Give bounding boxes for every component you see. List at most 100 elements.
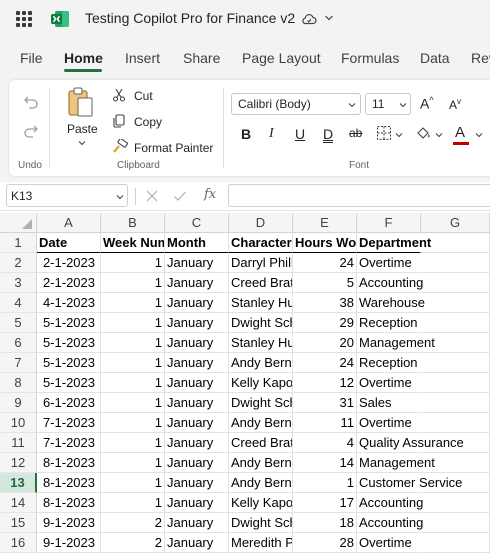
table-cell[interactable] xyxy=(421,393,490,413)
chevron-down-icon[interactable] xyxy=(116,193,124,201)
table-cell[interactable] xyxy=(421,233,490,253)
column-header-e[interactable]: E xyxy=(293,213,357,233)
column-header-g[interactable]: G xyxy=(421,213,490,233)
table-cell-date[interactable]: 8-1-2023 xyxy=(37,493,101,513)
select-all-button[interactable] xyxy=(0,213,37,233)
column-header-c[interactable]: C xyxy=(165,213,229,233)
row-header-13[interactable]: 13 xyxy=(0,473,37,493)
table-cell-hours-worked[interactable]: 31 xyxy=(293,393,357,413)
table-cell-hours-worked[interactable]: 20 xyxy=(293,333,357,353)
table-cell-week-num[interactable]: 1 xyxy=(101,353,165,373)
table-cell-character[interactable]: Stanley Hudson xyxy=(229,293,293,313)
table-cell-month[interactable]: January xyxy=(165,513,229,533)
tab-page-layout[interactable]: Page Layout xyxy=(242,50,321,66)
table-cell-department[interactable]: Management xyxy=(357,333,435,353)
waffle-icon[interactable] xyxy=(16,11,32,27)
table-cell-character[interactable]: Creed Bratton xyxy=(229,273,293,293)
row-header-5[interactable]: 5 xyxy=(0,313,37,333)
copy-button[interactable]: Copy xyxy=(134,115,162,129)
table-cell-department[interactable]: Overtime xyxy=(357,533,421,553)
table-cell-date[interactable]: 2-1-2023 xyxy=(37,273,101,293)
cancel-icon[interactable] xyxy=(145,189,159,203)
paste-label[interactable]: Paste xyxy=(67,122,98,136)
table-cell-character[interactable]: Kelly Kapoor xyxy=(229,493,293,513)
row-header-9[interactable]: 9 xyxy=(0,393,37,413)
table-cell-department[interactable]: Quality Assurance xyxy=(357,433,464,453)
table-cell-hours-worked[interactable]: 18 xyxy=(293,513,357,533)
table-cell-month[interactable]: January xyxy=(165,473,229,493)
strikethrough-button[interactable]: ab xyxy=(349,126,362,140)
table-cell-character[interactable]: Andy Bernard xyxy=(229,413,293,433)
table-cell-week-num[interactable]: 1 xyxy=(101,473,165,493)
increase-font-button[interactable]: A^ xyxy=(420,95,434,112)
table-cell[interactable] xyxy=(421,373,490,393)
table-cell-department[interactable]: Management xyxy=(357,453,435,473)
format-painter-button[interactable]: Format Painter xyxy=(134,141,213,155)
table-cell-hours-worked[interactable]: 29 xyxy=(293,313,357,333)
table-cell[interactable] xyxy=(421,493,490,513)
row-header-16[interactable]: 16 xyxy=(0,533,37,553)
table-cell-week-num[interactable]: 1 xyxy=(101,393,165,413)
table-cell-week-num[interactable]: 1 xyxy=(101,333,165,353)
table-cell-week-num[interactable]: 1 xyxy=(101,273,165,293)
table-cell-department[interactable]: Reception xyxy=(357,353,421,373)
tab-home[interactable]: Home xyxy=(64,50,103,66)
row-header-8[interactable]: 8 xyxy=(0,373,37,393)
header-cell-character[interactable]: Character xyxy=(229,233,293,253)
name-box[interactable]: K13 xyxy=(6,184,128,207)
table-cell-character[interactable]: Darryl Philbin xyxy=(229,253,293,273)
table-cell-hours-worked[interactable]: 4 xyxy=(293,433,357,453)
table-cell-hours-worked[interactable]: 11 xyxy=(293,413,357,433)
table-cell-character[interactable]: Dwight Schrute xyxy=(229,313,293,333)
chevron-down-icon[interactable] xyxy=(475,131,483,139)
table-cell-month[interactable]: January xyxy=(165,353,229,373)
table-cell-character[interactable]: Kelly Kapoor xyxy=(229,373,293,393)
table-cell-hours-worked[interactable]: 24 xyxy=(293,253,357,273)
spreadsheet-grid[interactable]: A B C D E F G 1 2 3 4 5 6 7 8 9 10 11 12 13 14 15 16 Date Week N… xyxy=(0,213,490,558)
row-header-10[interactable]: 10 xyxy=(0,413,37,433)
header-cell-week-num[interactable]: Week Num xyxy=(101,233,165,253)
table-cell-character[interactable]: Creed Bratton xyxy=(229,433,293,453)
cloud-sync-icon[interactable] xyxy=(301,11,317,27)
column-header-a[interactable]: A xyxy=(37,213,101,233)
table-cell[interactable] xyxy=(421,293,490,313)
table-cell-week-num[interactable]: 1 xyxy=(101,433,165,453)
table-cell-date[interactable]: 8-1-2023 xyxy=(37,453,101,473)
table-cell-week-num[interactable]: 1 xyxy=(101,453,165,473)
paste-icon[interactable] xyxy=(66,86,96,118)
tab-file[interactable]: File xyxy=(20,50,43,66)
table-cell-department[interactable]: Reception xyxy=(357,313,421,333)
row-header-2[interactable]: 2 xyxy=(0,253,37,273)
table-cell-date[interactable]: 7-1-2023 xyxy=(37,433,101,453)
table-cell-department[interactable]: Customer Service xyxy=(357,473,462,493)
cut-button[interactable]: Cut xyxy=(134,89,153,103)
table-cell-date[interactable]: 4-1-2023 xyxy=(37,293,101,313)
table-cell[interactable] xyxy=(421,313,490,333)
chevron-down-icon[interactable] xyxy=(435,131,443,139)
row-header-6[interactable]: 6 xyxy=(0,333,37,353)
chevron-down-icon[interactable] xyxy=(348,101,356,109)
table-cell-month[interactable]: January xyxy=(165,453,229,473)
table-cell-hours-worked[interactable]: 24 xyxy=(293,353,357,373)
underline-button[interactable]: U xyxy=(295,126,305,142)
header-cell-hours-worked[interactable]: Hours Worked xyxy=(293,233,357,253)
table-cell-department[interactable]: Overtime xyxy=(357,413,421,433)
tab-formulas[interactable]: Formulas xyxy=(341,50,399,66)
table-cell-week-num[interactable]: 1 xyxy=(101,413,165,433)
row-header-1[interactable]: 1 xyxy=(0,233,37,253)
table-cell[interactable] xyxy=(421,533,490,553)
header-cell-month[interactable]: Month xyxy=(165,233,229,253)
fill-color-icon[interactable] xyxy=(415,125,431,141)
font-family-select[interactable]: Calibri (Body) xyxy=(231,93,361,115)
table-cell-date[interactable]: 9-1-2023 xyxy=(37,513,101,533)
header-cell-date[interactable]: Date xyxy=(37,233,101,253)
formula-input[interactable] xyxy=(228,184,490,207)
table-cell-month[interactable]: January xyxy=(165,253,229,273)
table-cell-month[interactable]: January xyxy=(165,313,229,333)
table-cell-week-num[interactable]: 2 xyxy=(101,533,165,553)
decrease-font-button[interactable]: Av xyxy=(449,97,461,112)
column-header-f[interactable]: F xyxy=(357,213,421,233)
table-cell-hours-worked[interactable]: 38 xyxy=(293,293,357,313)
table-cell-department[interactable]: Sales xyxy=(357,393,421,413)
table-cell-department[interactable]: Overtime xyxy=(357,253,421,273)
